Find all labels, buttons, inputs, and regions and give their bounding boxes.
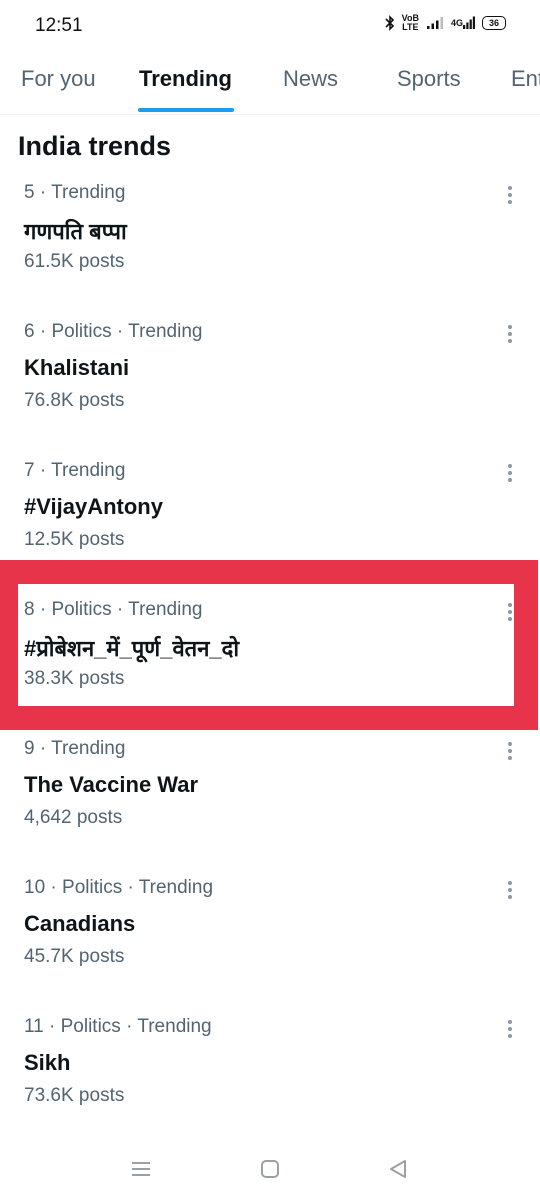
tab-news[interactable]: News: [283, 66, 338, 92]
trend-item[interactable]: 6 · Politics · Trending Khalistani 76.8K…: [0, 321, 540, 460]
more-options-icon[interactable]: [502, 601, 518, 623]
status-bar: 12:51 VoB LTE 4G 36: [0, 0, 540, 52]
trend-name: Khalistani: [24, 355, 130, 380]
trend-meta: 5 · Trending: [24, 182, 126, 203]
trend-name: #VijayAntony: [24, 494, 163, 519]
trend-name: Sikh: [24, 1050, 71, 1075]
more-options-icon[interactable]: [502, 462, 518, 484]
tab-trending[interactable]: Trending: [139, 66, 232, 92]
trend-name: The Vaccine War: [24, 772, 199, 797]
volte-icon: VoB LTE: [402, 14, 419, 32]
signal-icon: [426, 16, 444, 30]
trend-meta: 9 · Trending: [24, 738, 126, 759]
signal-4g-icon: 4G: [451, 16, 475, 30]
trend-item[interactable]: 10 · Politics · Trending Canadians 45.7K…: [0, 877, 540, 1016]
trend-posts: 45.7K posts: [24, 946, 125, 967]
system-nav-bar: [0, 1140, 540, 1200]
trend-posts: 38.3K posts: [24, 668, 125, 689]
trend-meta: 11 · Politics · Trending: [24, 1016, 212, 1037]
trend-item[interactable]: 7 · Trending #VijayAntony 12.5K posts: [0, 460, 540, 599]
trend-name: #प्रोबेशन_में_पूर्ण_वेतन_दो: [24, 636, 240, 661]
trend-meta: 10 · Politics · Trending: [24, 877, 214, 898]
recent-apps-icon[interactable]: [126, 1154, 156, 1184]
trend-meta: 6 · Politics · Trending: [24, 321, 203, 342]
status-time: 12:51: [35, 15, 83, 36]
trend-meta: 7 · Trending: [24, 460, 126, 481]
volte-label-bottom: LTE: [402, 22, 419, 32]
trend-posts: 76.8K posts: [24, 390, 125, 411]
tab-for-you[interactable]: For you: [21, 66, 96, 92]
more-options-icon[interactable]: [502, 184, 518, 206]
trending-page: 12:51 VoB LTE 4G 36 For you Trending New…: [0, 0, 540, 1200]
trend-meta: 8 · Politics · Trending: [24, 599, 203, 620]
more-options-icon[interactable]: [502, 740, 518, 762]
more-options-icon[interactable]: [502, 1018, 518, 1040]
tab-sports[interactable]: Sports: [397, 66, 461, 92]
battery-icon: 36: [482, 16, 506, 30]
home-icon[interactable]: [255, 1154, 285, 1184]
trend-item[interactable]: 9 · Trending The Vaccine War 4,642 posts: [0, 738, 540, 877]
trend-posts: 4,642 posts: [24, 807, 123, 828]
trend-item[interactable]: 5 · Trending गणपति बप्पा 61.5K posts: [0, 182, 540, 321]
tab-bar: For you Trending News Sports Ent: [0, 52, 540, 115]
network-type-label: 4G: [450, 17, 463, 28]
trend-posts: 73.6K posts: [24, 1085, 125, 1106]
trend-name: Canadians: [24, 911, 136, 936]
status-icons: VoB LTE 4G 36: [385, 14, 506, 32]
active-tab-indicator: [138, 108, 234, 112]
tab-entertainment[interactable]: Ent: [511, 66, 540, 92]
trend-item-highlighted[interactable]: 8 · Politics · Trending #प्रोबेशन_में_पू…: [0, 599, 540, 738]
more-options-icon[interactable]: [502, 879, 518, 901]
bluetooth-icon: [385, 15, 395, 31]
trend-name: गणपति बप्पा: [24, 219, 127, 244]
back-icon[interactable]: [383, 1154, 413, 1184]
trend-posts: 61.5K posts: [24, 251, 125, 272]
section-title: India trends: [18, 131, 172, 161]
trend-item[interactable]: 11 · Politics · Trending Sikh 73.6K post…: [0, 1016, 540, 1155]
trend-posts: 12.5K posts: [24, 529, 125, 550]
more-options-icon[interactable]: [502, 323, 518, 345]
